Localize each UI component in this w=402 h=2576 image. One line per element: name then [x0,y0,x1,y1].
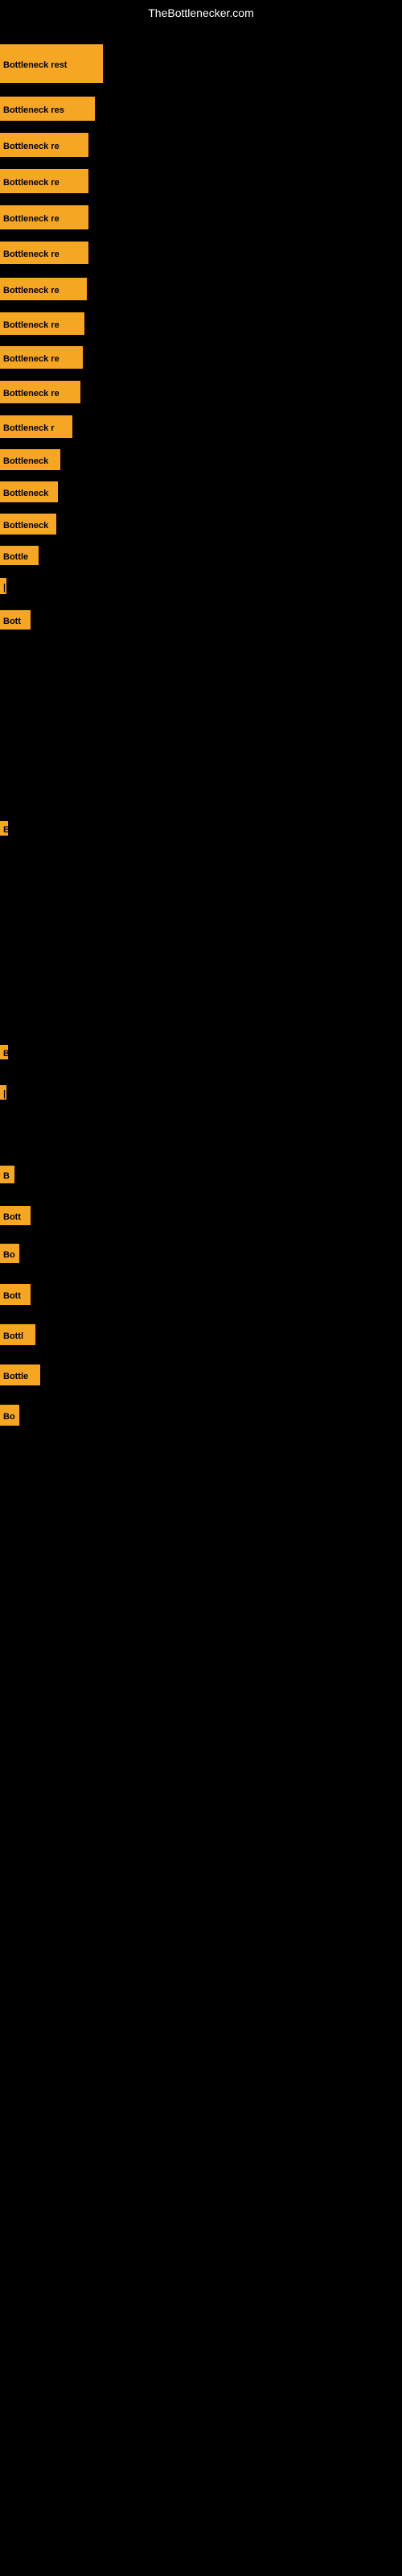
bottleneck-item-16[interactable]: | [0,578,6,594]
bottleneck-item-20[interactable]: | [0,1085,6,1100]
bottleneck-item-14[interactable]: Bottleneck [0,514,56,535]
bottleneck-item-7[interactable]: Bottleneck re [0,278,87,300]
bottleneck-item-21[interactable]: B [0,1166,14,1183]
bottleneck-item-4[interactable]: Bottleneck re [0,169,88,193]
bottleneck-item-19[interactable]: B [0,1045,8,1059]
bottleneck-item-13[interactable]: Bottleneck [0,481,58,502]
bottleneck-item-12[interactable]: Bottleneck [0,449,60,470]
bottleneck-item-26[interactable]: Bottle [0,1364,40,1385]
bottleneck-item-22[interactable]: Bott [0,1206,31,1225]
bottleneck-item-9[interactable]: Bottleneck re [0,346,83,369]
bottleneck-item-18[interactable]: E [0,821,8,836]
bottleneck-item-27[interactable]: Bo [0,1405,19,1426]
bottleneck-item-10[interactable]: Bottleneck re [0,381,80,403]
bottleneck-item-5[interactable]: Bottleneck re [0,205,88,229]
bottleneck-item-25[interactable]: Bottl [0,1324,35,1345]
bottleneck-item-8[interactable]: Bottleneck re [0,312,84,335]
site-title: TheBottlenecker.com [0,0,402,26]
bottleneck-item-15[interactable]: Bottle [0,546,39,565]
bottleneck-item-17[interactable]: Bott [0,610,31,630]
bottleneck-item-2[interactable]: Bottleneck res [0,97,95,121]
bottleneck-item-11[interactable]: Bottleneck r [0,415,72,438]
bottleneck-item-3[interactable]: Bottleneck re [0,133,88,157]
bottleneck-item-1[interactable]: Bottleneck rest [0,44,103,83]
bottleneck-item-6[interactable]: Bottleneck re [0,242,88,264]
bottleneck-item-24[interactable]: Bott [0,1284,31,1305]
bottleneck-item-23[interactable]: Bo [0,1244,19,1263]
